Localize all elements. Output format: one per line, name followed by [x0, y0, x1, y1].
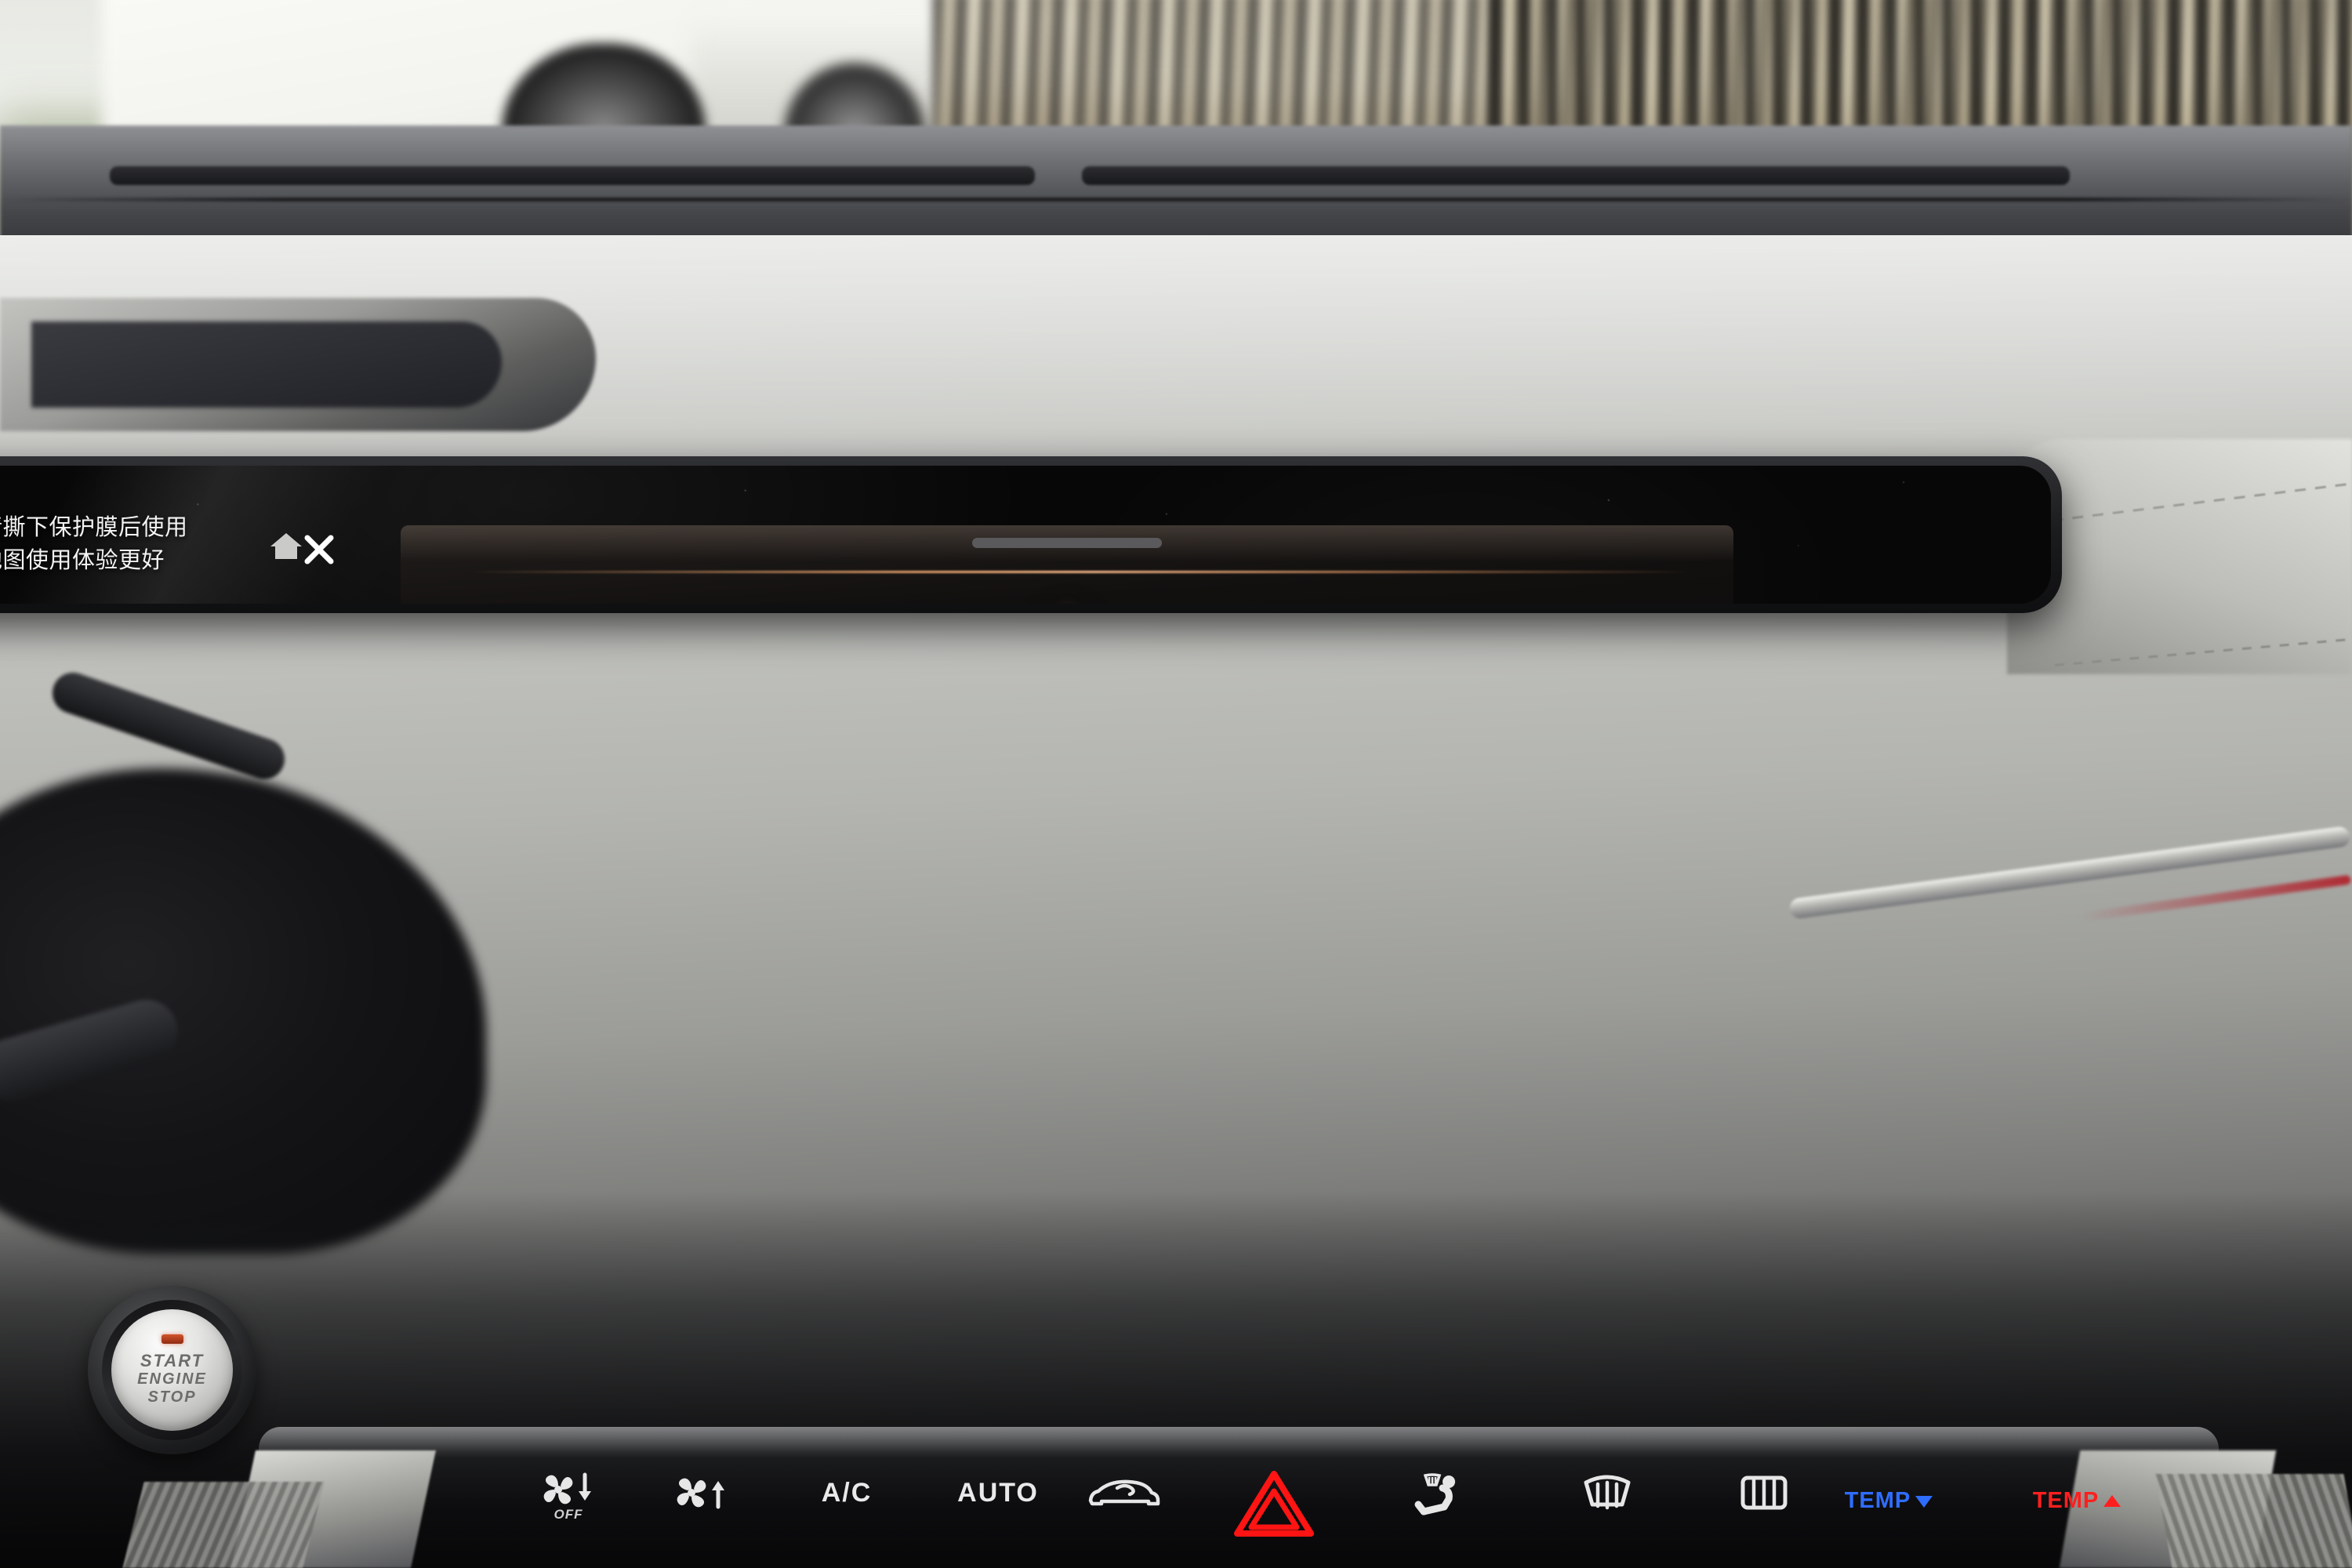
protective-film-notice: 摸效果，请撕下保护膜后使用 后语音、地图使用体验更好 — [0, 511, 188, 578]
seat-heat-icon — [1414, 1473, 1455, 1515]
wiper-blade-right — [1082, 166, 2070, 185]
engine-start-stop-button[interactable]: START ENGINE STOP — [88, 1286, 256, 1454]
hvac-ac-button[interactable]: A/C — [784, 1478, 909, 1508]
hvac-front-defrost-button[interactable] — [1548, 1470, 1666, 1520]
home-icon — [270, 533, 302, 559]
notice-line-2: 后语音、地图使用体验更好 — [0, 548, 165, 574]
temp-up-label: TEMP — [2032, 1488, 2100, 1513]
engine-label: ENGINE — [137, 1370, 207, 1388]
hvac-auto-button[interactable]: AUTO — [916, 1478, 1080, 1508]
head-unit-screen[interactable]: 摸效果，请撕下保护膜后使用 后语音、地图使用体验更好 — [0, 466, 2051, 604]
panel-drag-handle[interactable] — [972, 538, 1162, 548]
hvac-recirculate-button[interactable] — [1066, 1475, 1184, 1512]
ac-label: A/C — [821, 1478, 873, 1508]
front-defrost-icon — [1584, 1475, 1631, 1510]
temp-down-label: TEMP — [1844, 1488, 1911, 1513]
screenshot-root: 摸效果，请撕下保护膜后使用 后语音、地图使用体验更好 — [0, 0, 2352, 1568]
app-sidebar[interactable] — [257, 527, 315, 604]
hazard-lights-button[interactable] — [1207, 1468, 1341, 1540]
sidebar-item-navigation[interactable] — [266, 602, 307, 604]
start-button-indicator — [161, 1334, 183, 1344]
rear-defrost-icon — [1740, 1475, 1788, 1510]
temp-up-button[interactable]: TEMP — [1991, 1488, 2164, 1514]
fan-up-icon — [677, 1478, 724, 1509]
hazard-triangle-icon — [1234, 1471, 1314, 1537]
triangle-down-icon — [1915, 1495, 1933, 1508]
wiper-blade-left — [110, 166, 1035, 185]
hvac-fan-up-button[interactable] — [651, 1475, 753, 1512]
navigation-arrow-icon — [266, 602, 307, 604]
temp-down-button[interactable]: TEMP — [1803, 1488, 1976, 1514]
hvac-fan-down-button[interactable]: OFF — [517, 1472, 619, 1523]
auto-label: AUTO — [957, 1478, 1039, 1508]
traffic-cone-warning-icon — [863, 593, 1271, 604]
triangle-up-icon — [2103, 1494, 2122, 1507]
notice-line-1: 摸效果，请撕下保护膜后使用 — [0, 515, 188, 540]
sidebar-item-home[interactable] — [266, 527, 307, 564]
stop-label: STOP — [147, 1388, 197, 1406]
start-label: START — [140, 1350, 205, 1370]
hvac-seat-defrost-button[interactable] — [1380, 1472, 1497, 1516]
fan-down-icon — [543, 1472, 591, 1504]
fan-off-label: OFF — [554, 1507, 583, 1522]
recirculate-car-icon — [1088, 1479, 1160, 1506]
no-map-data-dialog: 暂无可用地图数据 请选择联网或手机互联获取地图数据 手机互联 连接网络 — [401, 525, 1733, 604]
